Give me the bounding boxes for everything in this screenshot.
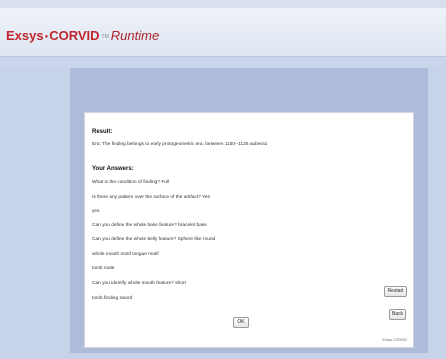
app-window: Exsys●CORVID TM Runtime Result: Era: The f… [0,0,446,359]
answer-line: Is there any pattern over the surface of… [92,195,210,200]
restart-button[interactable]: Restart [384,286,407,297]
answer-line: tomb male [92,266,115,271]
answer-line: Can you identify whole mouth feature? sh… [92,281,186,286]
footer-note: Exsys CORVID [382,338,408,342]
answers-heading: Your Answers: [92,166,134,172]
answer-line: What is the condition of finding? Full [92,180,170,185]
logo-tm: TM [101,33,109,40]
results-card: Result: Era: The finding belongs to earl… [84,112,414,348]
answer-line: Can you define the whole belly feature? … [92,237,216,242]
logo-brand: CORVID [49,28,100,43]
result-text: Era: The finding belongs to early protog… [92,142,268,147]
ok-button[interactable]: OK [233,317,249,328]
answer-line: yes [92,209,100,214]
app-header: Exsys●CORVID TM Runtime [0,8,446,57]
answer-line: tomb finding sword [92,296,133,301]
logo-main: Exsys [6,28,44,43]
logo-dot-icon: ● [44,33,49,40]
answer-line: whole mouth motif tongue motif [92,252,159,257]
result-heading: Result: [92,129,113,135]
sub-bar [0,57,446,67]
app-logo: Exsys●CORVID TM Runtime [6,28,159,43]
logo-runtime: Runtime [110,28,160,43]
top-strip [0,0,446,8]
answer-line: Can you define the whole base feature? b… [92,223,207,228]
back-button[interactable]: Back [389,309,406,320]
